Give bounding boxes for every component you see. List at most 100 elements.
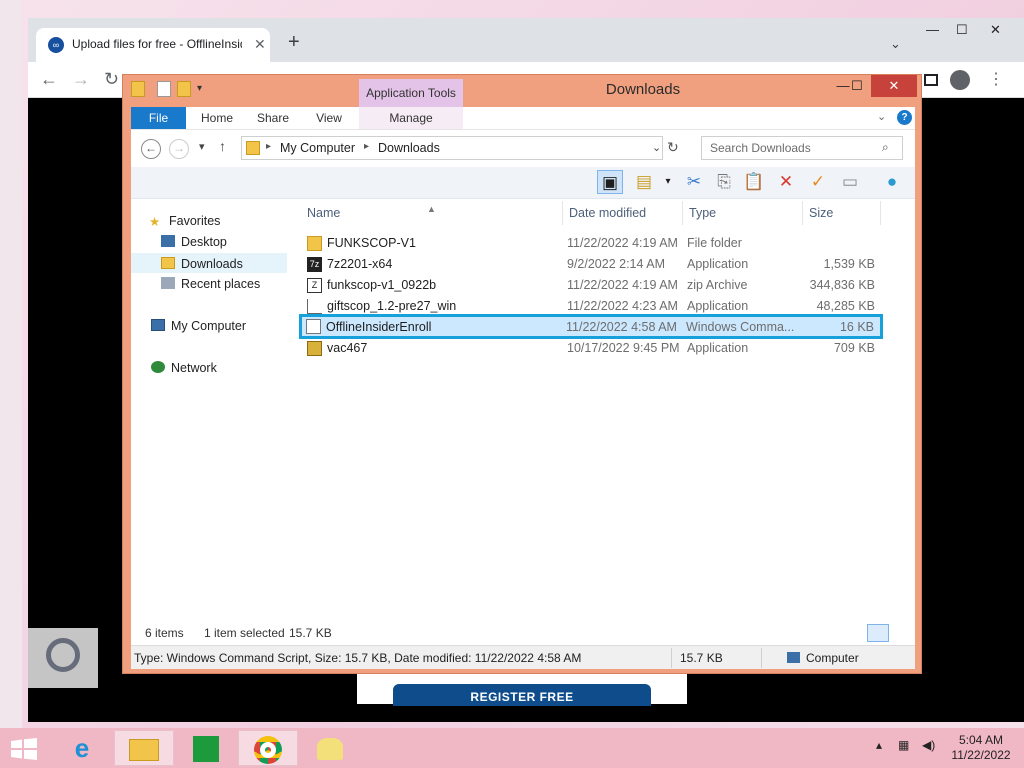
explorer-maximize-icon[interactable]: ☐ [843, 75, 871, 97]
copy-icon[interactable]: ⎘ [711, 170, 737, 194]
store-icon[interactable] [176, 730, 236, 766]
nav-downloads-label: Downloads [181, 257, 243, 271]
column-type[interactable]: Type [683, 201, 803, 225]
preview-pane-icon[interactable]: ▣ [597, 170, 623, 194]
properties-icon[interactable]: ▤ [631, 170, 657, 194]
show-hidden-icons-icon[interactable]: ▴ [876, 738, 882, 752]
column-date-modified[interactable]: Date modified [563, 201, 683, 225]
nav-network[interactable]: Network [151, 358, 217, 378]
rename-check-icon[interactable]: ✓ [805, 170, 831, 194]
recent-locations-chevron-icon[interactable]: ▾ [199, 140, 205, 153]
nav-desktop-label: Desktop [181, 235, 227, 249]
status-bar: 6 items 1 item selected 15.7 KB [131, 621, 915, 645]
reload-icon[interactable]: ↻ [104, 69, 119, 90]
recaptcha-badge[interactable] [28, 628, 98, 688]
address-input[interactable]: ▸ My Computer ▸ Downloads ⌄ [241, 136, 663, 160]
page-card: REGISTER FREE [357, 672, 687, 706]
maximize-icon[interactable]: ☐ [956, 22, 968, 38]
tab-manage[interactable]: Manage [385, 107, 437, 129]
address-bar-row: ← → ▾ ↑ ▸ My Computer ▸ Downloads ⌄ ↻ Se… [131, 129, 915, 167]
profile-avatar-icon[interactable] [950, 70, 970, 90]
column-size[interactable]: Size [803, 201, 881, 225]
breadcrumb-arrow-icon[interactable]: ▸ [364, 141, 369, 152]
file-type: File folder [687, 236, 742, 250]
file-row[interactable]: Z funkscop-v1_0922b 11/22/2022 4:19 AM z… [303, 275, 881, 296]
breadcrumb-my-computer[interactable]: My Computer [280, 141, 355, 155]
browser-tab[interactable]: ∞ Upload files for free - OfflineInsider… [36, 28, 270, 62]
details-size: 15.7 KB [680, 651, 723, 665]
nav-downloads[interactable]: Downloads [131, 253, 287, 273]
delete-icon[interactable]: ✕ [773, 170, 799, 194]
search-input[interactable]: Search Downloads ⌕ [701, 136, 903, 160]
tab-file[interactable]: File [131, 107, 186, 129]
file-row[interactable]: vac467 10/17/2022 9:45 PM Application 70… [303, 338, 881, 359]
cut-icon[interactable]: ✂ [681, 170, 707, 194]
help-icon[interactable]: ? [897, 110, 912, 125]
file-row-selected[interactable]: OfflineInsiderEnroll 11/22/2022 4:58 AM … [299, 314, 883, 339]
back-icon[interactable]: ← [141, 139, 161, 159]
command-script-icon [306, 319, 321, 334]
address-history-chevron-icon[interactable]: ⌄ [652, 141, 661, 154]
file-type: Application [687, 257, 749, 271]
tab-home[interactable]: Home [197, 107, 237, 129]
tab-view[interactable]: View [309, 107, 349, 129]
7zip-installer-icon: 7z [307, 257, 322, 272]
chrome-menu-icon[interactable]: ⋮ [988, 69, 1004, 89]
clock-time: 5:04 AM [958, 733, 1004, 747]
register-button[interactable]: REGISTER FREE [393, 684, 651, 706]
recaptcha-logo-icon [46, 638, 80, 672]
explorer-close-icon[interactable]: ✕ [871, 75, 917, 97]
nav-recent-places[interactable]: Recent places [161, 274, 260, 294]
properties-chevron-icon[interactable]: ▾ [655, 170, 681, 194]
refresh-icon[interactable]: ↻ [667, 139, 679, 156]
globe-icon[interactable]: ● [879, 170, 905, 194]
minimize-icon[interactable]: — [926, 22, 939, 37]
close-icon[interactable]: ✕ [990, 22, 1001, 38]
tab-share[interactable]: Share [253, 107, 293, 129]
details-view-icon[interactable] [867, 624, 889, 642]
file-name: 7z2201-x64 [327, 257, 393, 271]
separator [761, 648, 762, 668]
file-size: 16 KB [839, 320, 874, 334]
properties-card-icon[interactable]: ▭ [837, 170, 863, 194]
large-icons-view-icon[interactable] [891, 624, 913, 642]
file-date: 9/2/2022 2:14 AM [567, 257, 665, 271]
command-bar: ▣ ▤ ▾ ✂ ⎘ 📋 ✕ ✓ ▭ ● [131, 167, 915, 199]
nav-desktop[interactable]: Desktop [161, 232, 227, 252]
breadcrumb-arrow-icon[interactable]: ▸ [266, 141, 271, 152]
nav-favorites[interactable]: ★ Favorites [149, 211, 220, 231]
side-panel-icon[interactable] [924, 74, 938, 86]
file-row[interactable]: FUNKSCOP-V1 11/22/2022 4:19 AM File fold… [303, 233, 881, 254]
search-icon[interactable]: ⌕ [882, 140, 889, 155]
recent-places-icon [161, 277, 175, 289]
breadcrumb-downloads[interactable]: Downloads [378, 141, 440, 155]
file-row[interactable]: 7z 7z2201-x64 9/2/2022 2:14 AM Applicati… [303, 254, 881, 275]
forward-icon[interactable]: → [169, 139, 189, 159]
system-clock[interactable]: 5:04 AM 11/22/2022 [944, 733, 1018, 763]
file-explorer-icon[interactable] [114, 730, 174, 766]
windows-start-icon[interactable] [10, 738, 38, 760]
up-icon[interactable]: ↑ [219, 138, 226, 154]
details-location-label: Computer [806, 651, 859, 665]
network-share-icon[interactable] [300, 730, 360, 766]
forward-icon[interactable]: → [72, 69, 90, 90]
application-icon [307, 299, 322, 314]
details-location: Computer [787, 651, 859, 665]
nav-my-computer[interactable]: My Computer [151, 316, 246, 336]
new-tab-button[interactable]: + [288, 31, 300, 54]
column-name[interactable]: Name ▲ [301, 201, 563, 225]
chrome-icon[interactable] [238, 730, 298, 766]
desktop-icons-strip [0, 0, 22, 728]
tab-search-chevron-icon[interactable]: ⌄ [890, 36, 901, 52]
back-icon[interactable]: ← [40, 69, 58, 90]
volume-icon[interactable]: ◀) [922, 738, 935, 752]
file-name: FUNKSCOP-V1 [327, 236, 416, 250]
internet-explorer-icon[interactable]: e [52, 730, 112, 766]
paste-icon[interactable]: 📋 [741, 170, 767, 194]
taskbar: e ▴ ▦ ◀) 5:04 AM 11/22/2022 [0, 728, 1024, 768]
downloads-folder-icon [246, 141, 260, 155]
tab-close-icon[interactable]: ✕ [254, 36, 266, 53]
file-date: 10/17/2022 9:45 PM [567, 341, 680, 355]
expand-ribbon-chevron-icon[interactable]: ⌄ [877, 110, 886, 123]
network-status-icon[interactable]: ▦ [898, 738, 909, 752]
